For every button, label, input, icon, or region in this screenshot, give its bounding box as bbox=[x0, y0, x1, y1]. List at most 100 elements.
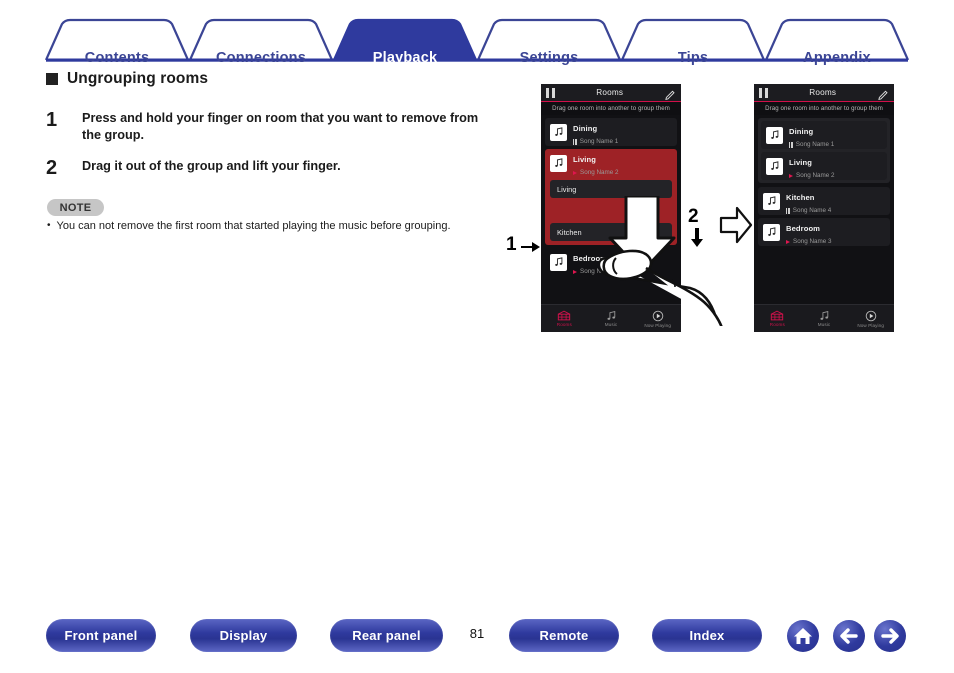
step-item-1: 1 Press and hold your finger on room tha… bbox=[46, 110, 482, 144]
bullet-square-icon bbox=[46, 73, 58, 85]
room-name: Living bbox=[789, 158, 812, 168]
app-title: Rooms bbox=[809, 88, 837, 97]
room-group-block-after[interactable]: Dining Song Name 1 Living Song Name 2 bbox=[758, 118, 890, 183]
room-name: Dining bbox=[573, 124, 598, 134]
music-note-icon bbox=[763, 223, 780, 241]
rooms-icon bbox=[771, 310, 784, 321]
home-button[interactable] bbox=[787, 620, 819, 652]
footer-button-remote[interactable]: Remote bbox=[509, 619, 619, 652]
play-state-icon bbox=[789, 173, 793, 178]
song-title: Song Name 1 bbox=[579, 138, 619, 146]
room-name: Living bbox=[573, 155, 596, 165]
room-row-bedroom[interactable]: Bedroom Song Name 3 bbox=[758, 218, 890, 246]
pencil-icon[interactable] bbox=[878, 87, 889, 100]
room-meta: Kitchen Song Name 4 bbox=[786, 187, 831, 214]
room-row-dining[interactable]: Dining Song Name 1 bbox=[761, 121, 887, 149]
tab-playback[interactable]: Playback bbox=[334, 50, 476, 66]
room-row-living-group-head[interactable]: Living Song Name 2 bbox=[545, 149, 677, 177]
room-meta: Living Song Name 2 bbox=[573, 149, 619, 176]
page-title: Ungrouping rooms bbox=[46, 70, 208, 88]
app-header-before: Rooms bbox=[541, 84, 681, 102]
bottom-nav-music[interactable]: Music bbox=[801, 310, 848, 327]
room-meta: Bedroom Song Name 3 bbox=[786, 218, 832, 245]
music-note-icon bbox=[819, 311, 828, 320]
annotation-arrow-right-1 bbox=[521, 242, 540, 252]
footer-button-rear-panel[interactable]: Rear panel bbox=[330, 619, 443, 652]
pause-state-icon bbox=[786, 208, 790, 214]
music-note-icon bbox=[550, 154, 567, 172]
room-name: Kitchen bbox=[786, 193, 815, 203]
song-title: Song Name 2 bbox=[796, 172, 835, 180]
phone-screenshot-after: Rooms Drag one room into another to grou… bbox=[754, 84, 894, 332]
room-name: Dining bbox=[789, 127, 814, 137]
room-song-line: Song Name 3 bbox=[786, 238, 832, 245]
top-tab-bar[interactable]: Contents Connections Playback Settings T… bbox=[0, 18, 954, 66]
bottom-nav-label: Rooms bbox=[769, 322, 785, 327]
home-icon bbox=[794, 628, 812, 644]
room-meta: Living Song Name 2 bbox=[789, 152, 835, 179]
tab-connections[interactable]: Connections bbox=[190, 50, 332, 66]
drag-hint-before: Drag one room into another to group them bbox=[541, 102, 681, 115]
tab-settings[interactable]: Settings bbox=[478, 50, 620, 66]
play-state-icon bbox=[573, 170, 577, 175]
note-body: • You can not remove the first room that… bbox=[47, 220, 451, 233]
room-meta: Dining Song Name 1 bbox=[789, 121, 834, 148]
pause-state-icon bbox=[573, 139, 577, 145]
bottom-nav-label: Now Playing bbox=[857, 322, 884, 328]
arrow-left-icon bbox=[840, 628, 858, 644]
step-item-2: 2 Drag it out of the group and lift your… bbox=[46, 158, 341, 178]
tab-contents[interactable]: Contents bbox=[46, 50, 188, 66]
note-bullet-icon: • bbox=[47, 220, 51, 231]
drag-hint-after: Drag one room into another to group them bbox=[754, 102, 894, 115]
section-title-text: Ungrouping rooms bbox=[67, 70, 209, 87]
room-meta: Dining Song Name 1 bbox=[573, 118, 618, 145]
song-title: Song Name 1 bbox=[795, 141, 835, 149]
play-state-icon bbox=[786, 239, 790, 244]
room-row-dining[interactable]: Dining Song Name 1 bbox=[545, 118, 677, 146]
room-list-after: Dining Song Name 1 Living Song Name 2 Ki… bbox=[754, 115, 894, 246]
forward-button[interactable] bbox=[874, 620, 906, 652]
room-song-line: Song Name 2 bbox=[573, 169, 619, 176]
back-button[interactable] bbox=[833, 620, 865, 652]
pencil-icon[interactable] bbox=[665, 87, 676, 100]
footer-button-display[interactable]: Display bbox=[190, 619, 297, 652]
room-song-line: Song Name 2 bbox=[789, 172, 835, 179]
rooms-icon bbox=[558, 310, 571, 321]
music-note-icon bbox=[763, 192, 780, 210]
play-state-icon bbox=[573, 269, 577, 274]
footer-button-index[interactable]: Index bbox=[652, 619, 762, 652]
tab-appendix[interactable]: Appendix bbox=[766, 50, 908, 66]
page-number: 81 bbox=[469, 626, 485, 641]
note-text: You can not remove the first room that s… bbox=[56, 220, 451, 232]
music-note-icon bbox=[766, 126, 783, 144]
note-badge: NOTE bbox=[47, 199, 104, 216]
tab-tips[interactable]: Tips bbox=[622, 50, 764, 66]
step-number: 1 bbox=[46, 109, 58, 131]
arrow-right-icon bbox=[881, 628, 899, 644]
bottom-nav-label: Rooms bbox=[556, 322, 572, 327]
bottom-nav-rooms[interactable]: Rooms bbox=[754, 310, 801, 327]
music-note-icon bbox=[550, 253, 567, 271]
room-song-line: Song Name 1 bbox=[789, 141, 834, 148]
footer-button-front-panel[interactable]: Front panel bbox=[46, 619, 156, 652]
room-song-line: Song Name 1 bbox=[573, 138, 618, 145]
room-name: Bedroom bbox=[786, 224, 821, 234]
room-row-living[interactable]: Living Song Name 2 bbox=[761, 152, 887, 180]
step-text: Drag it out of the group and lift your f… bbox=[82, 159, 341, 173]
pause-icon[interactable] bbox=[759, 87, 768, 98]
bottom-nav-rooms[interactable]: Rooms bbox=[541, 310, 588, 327]
song-title: Song Name 2 bbox=[580, 169, 619, 177]
room-song-line: Song Name 4 bbox=[786, 207, 831, 214]
music-note-icon bbox=[550, 123, 567, 141]
pause-icon[interactable] bbox=[546, 87, 555, 98]
room-row-kitchen[interactable]: Kitchen Song Name 4 bbox=[758, 187, 890, 215]
song-title: Song Name 3 bbox=[793, 238, 832, 246]
play-circle-icon bbox=[865, 310, 876, 321]
hand-drag-illustration bbox=[600, 196, 723, 326]
bottom-nav-now-playing[interactable]: Now Playing bbox=[847, 310, 894, 328]
bottom-nav-after[interactable]: Rooms Music Now Playing bbox=[754, 304, 894, 332]
bottom-nav-label: Music bbox=[817, 322, 831, 327]
song-title: Song Name 4 bbox=[792, 207, 832, 215]
step-number: 2 bbox=[46, 157, 58, 179]
app-header-after: Rooms bbox=[754, 84, 894, 102]
